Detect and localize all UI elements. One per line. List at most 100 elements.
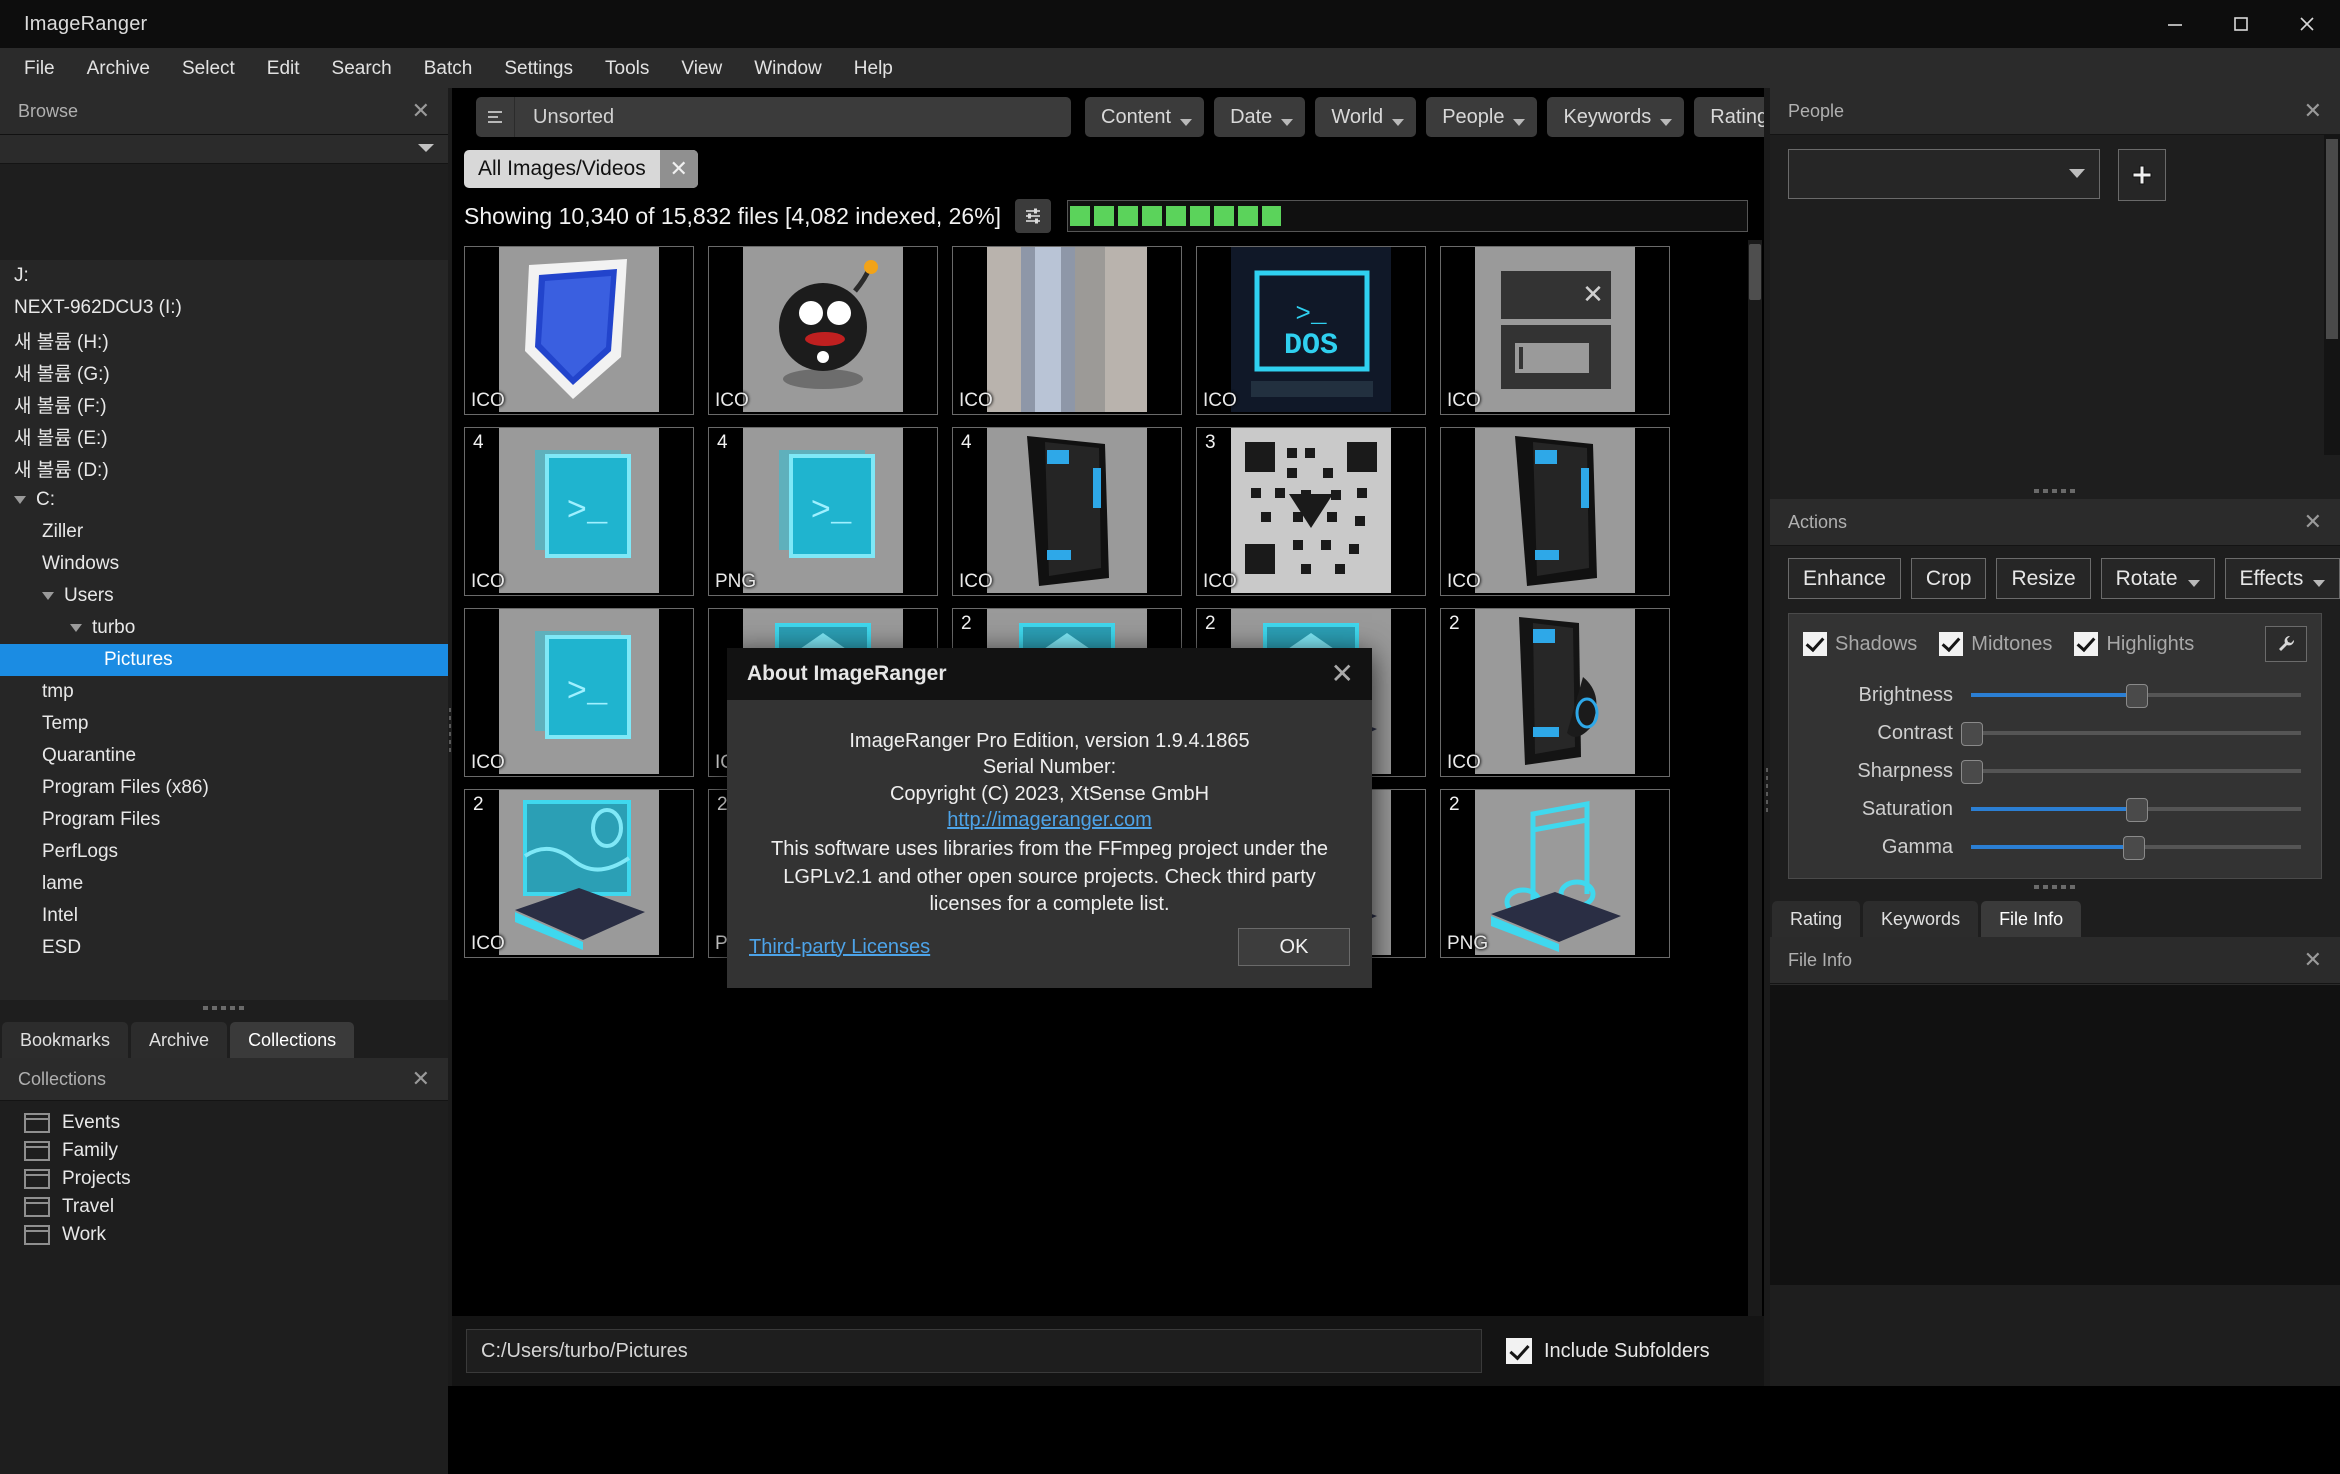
thumbnail-cell[interactable]: ICO	[1440, 427, 1670, 596]
people-select[interactable]	[1788, 149, 2100, 199]
action-button-crop[interactable]: Crop	[1910, 558, 1987, 599]
include-subfolders-toggle[interactable]: Include Subfolders	[1506, 1338, 1710, 1364]
close-icon[interactable]: ✕	[2304, 949, 2322, 971]
thumbnail-cell[interactable]: ✕ ICO	[1440, 246, 1670, 415]
right-tabs-resize-grip[interactable]	[1770, 879, 2340, 895]
menu-item-window[interactable]: Window	[738, 53, 838, 84]
tree-item-turbo[interactable]: turbo	[0, 612, 448, 644]
collection-item[interactable]: Travel	[24, 1193, 448, 1221]
tree-item-tmp[interactable]: tmp	[0, 676, 448, 708]
collection-item[interactable]: Events	[24, 1109, 448, 1137]
action-button-resize[interactable]: Resize	[1996, 558, 2091, 599]
tree-item-next-962dcu3-i-[interactable]: NEXT-962DCU3 (I:)	[0, 292, 448, 324]
tree-item-pictures[interactable]: Pictures	[0, 644, 448, 676]
close-icon[interactable]: ✕	[2304, 511, 2322, 533]
collection-item[interactable]: Work	[24, 1221, 448, 1249]
tree-item-c-[interactable]: C:	[0, 484, 448, 516]
slider-handle[interactable]	[1961, 760, 1983, 784]
thumbnail-cell[interactable]: >_ ICO	[464, 608, 694, 777]
chevron-down-icon[interactable]	[70, 624, 82, 632]
slider-handle[interactable]	[2122, 836, 2145, 860]
thumbnail-cell[interactable]: 3 ICO	[1196, 427, 1426, 596]
tree-item-quarantine[interactable]: Quarantine	[0, 740, 448, 772]
tree-item-temp[interactable]: Temp	[0, 708, 448, 740]
thumbnail-cell[interactable]: >_ DOS ICO	[1196, 246, 1426, 415]
checkbox-highlights[interactable]	[2074, 632, 2099, 656]
add-person-button[interactable]	[2118, 149, 2167, 201]
browse-path-combo[interactable]	[0, 135, 448, 164]
slider-brightness[interactable]	[1971, 684, 2301, 708]
sort-value[interactable]: Unsorted	[515, 106, 1071, 129]
sort-control[interactable]: Unsorted	[476, 97, 1071, 137]
filter-button-date[interactable]: Date	[1214, 97, 1306, 137]
slider-saturation[interactable]	[1971, 798, 2301, 822]
tab-keywords[interactable]: Keywords	[1863, 901, 1979, 937]
tab-archive[interactable]: Archive	[131, 1022, 228, 1058]
tree-item--g-[interactable]: 새 볼륨 (G:)	[0, 356, 448, 388]
checkbox-icon[interactable]	[1506, 1338, 1532, 1364]
thumbnail-cell[interactable]: ICO	[708, 246, 938, 415]
close-icon[interactable]: ✕	[1331, 660, 1354, 688]
chevron-down-icon[interactable]	[42, 592, 54, 600]
wrench-icon[interactable]	[2265, 626, 2307, 662]
thumbnail-cell[interactable]: 4 ICO	[952, 427, 1182, 596]
menu-item-help[interactable]: Help	[838, 53, 909, 84]
tree-item--f-[interactable]: 새 볼륨 (F:)	[0, 388, 448, 420]
thumbnail-cell[interactable]: 2 ICO	[464, 789, 694, 958]
tab-bookmarks[interactable]: Bookmarks	[2, 1022, 129, 1058]
sort-icon[interactable]	[476, 97, 515, 137]
action-button-enhance[interactable]: Enhance	[1788, 558, 1901, 599]
collection-item[interactable]: Projects	[24, 1165, 448, 1193]
slider-sharpness[interactable]	[1961, 760, 2301, 784]
tree-item-windows[interactable]: Windows	[0, 548, 448, 580]
action-button-rotate[interactable]: Rotate	[2100, 558, 2215, 599]
tree-item-esd[interactable]: ESD	[0, 932, 448, 964]
thumbnail-cell[interactable]: >_ 4 PNG	[708, 427, 938, 596]
tree-item-intel[interactable]: Intel	[0, 900, 448, 932]
menu-item-search[interactable]: Search	[316, 53, 408, 84]
menu-item-batch[interactable]: Batch	[408, 53, 489, 84]
grid-scrollbar[interactable]	[1748, 240, 1762, 1316]
slider-contrast[interactable]	[1961, 722, 2301, 746]
path-input[interactable]: C:/Users/turbo/Pictures	[466, 1329, 1482, 1373]
menu-item-select[interactable]: Select	[166, 53, 251, 84]
sliders-icon[interactable]	[1015, 199, 1052, 233]
menu-item-view[interactable]: View	[665, 53, 738, 84]
filter-button-world[interactable]: World	[1315, 97, 1417, 137]
ok-button[interactable]: OK	[1238, 928, 1350, 966]
tree-item--d-[interactable]: 새 볼륨 (D:)	[0, 452, 448, 484]
panel-resize-grip[interactable]	[0, 1000, 448, 1016]
slider-gamma[interactable]	[1971, 836, 2301, 860]
collection-item[interactable]: Family	[24, 1137, 448, 1165]
thumbnail-cell[interactable]: >_ 4 ICO	[464, 427, 694, 596]
menu-item-archive[interactable]: Archive	[71, 53, 166, 84]
about-website-link[interactable]: http://imageranger.com	[947, 809, 1152, 832]
menu-item-settings[interactable]: Settings	[488, 53, 589, 84]
close-icon[interactable]: ✕	[2304, 100, 2322, 122]
menu-item-edit[interactable]: Edit	[251, 53, 316, 84]
slider-handle[interactable]	[1961, 722, 1983, 746]
close-icon[interactable]: ✕	[412, 1068, 430, 1090]
right-panel-resize-grip[interactable]	[1770, 483, 2340, 499]
tab-rating[interactable]: Rating	[1772, 901, 1861, 937]
tree-item-program-files-x86-[interactable]: Program Files (x86)	[0, 772, 448, 804]
filter-chip[interactable]: All Images/Videos ✕	[464, 150, 698, 188]
minimize-button[interactable]	[2142, 0, 2208, 48]
checkbox-shadows[interactable]	[1803, 632, 1827, 656]
tree-item--h-[interactable]: 새 볼륨 (H:)	[0, 324, 448, 356]
filter-button-content[interactable]: Content	[1085, 97, 1205, 137]
checkbox-midtones[interactable]	[1939, 632, 1964, 656]
thumbnail-cell[interactable]: ICO	[464, 246, 694, 415]
filter-button-keywords[interactable]: Keywords	[1547, 97, 1685, 137]
menu-item-file[interactable]: File	[8, 53, 71, 84]
tree-item-perflogs[interactable]: PerfLogs	[0, 836, 448, 868]
people-scrollbar[interactable]	[2324, 135, 2340, 455]
tab-file-info[interactable]: File Info	[1981, 901, 2082, 937]
third-party-licenses-link[interactable]: Third-party Licenses	[749, 936, 930, 959]
tree-item-users[interactable]: Users	[0, 580, 448, 612]
thumbnail-cell[interactable]: ICO	[952, 246, 1182, 415]
thumbnail-cell[interactable]: 2 PNG	[1440, 789, 1670, 958]
tree-item--e-[interactable]: 새 볼륨 (E:)	[0, 420, 448, 452]
filter-button-people[interactable]: People	[1426, 97, 1538, 137]
tree-item-program-files[interactable]: Program Files	[0, 804, 448, 836]
